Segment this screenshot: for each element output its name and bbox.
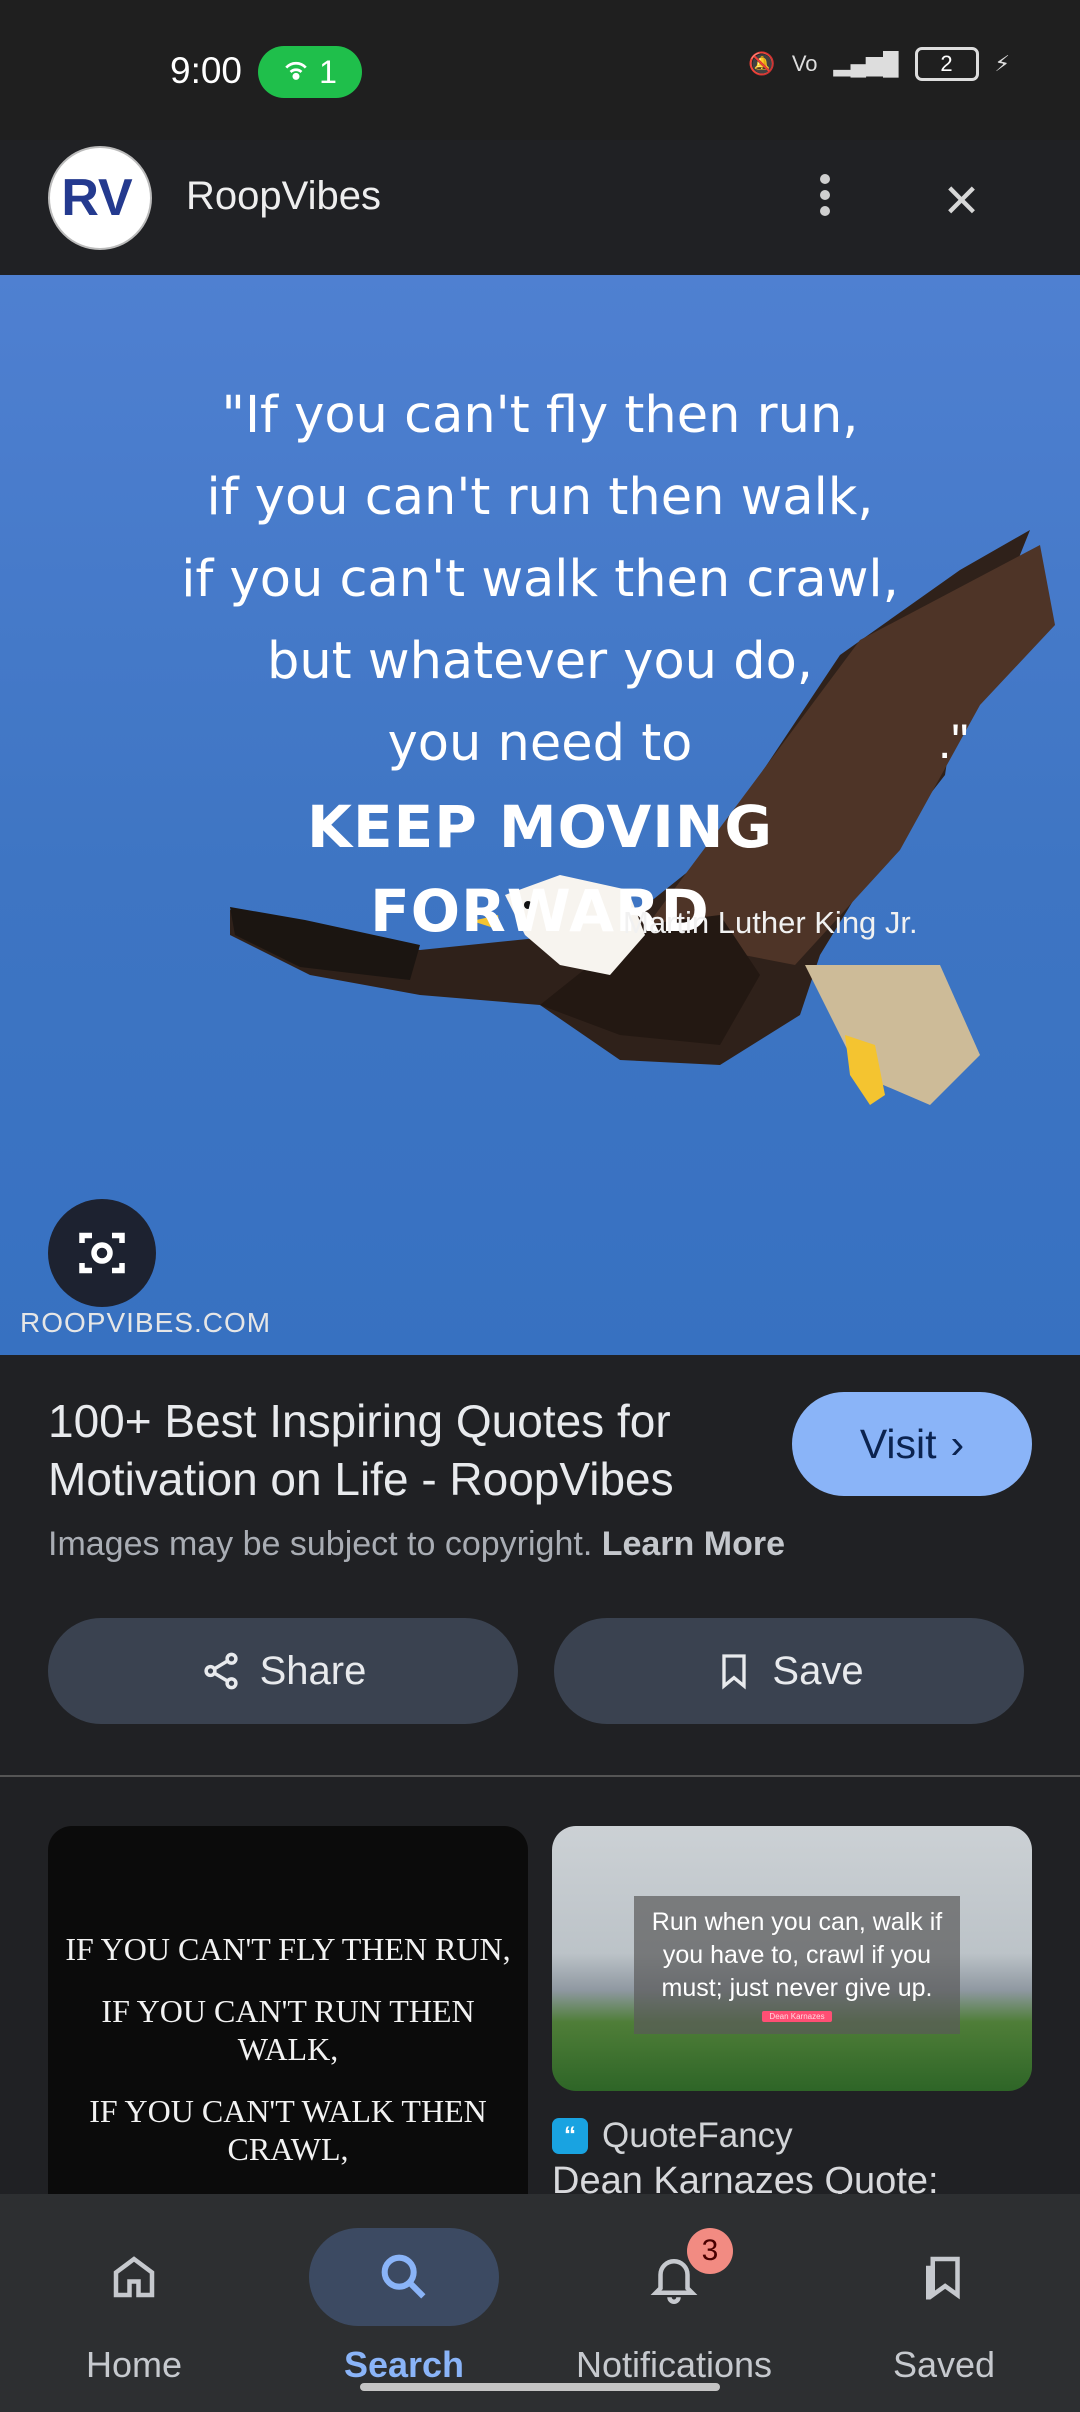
bottom-navigation: Home Search 3 Notifications Saved	[0, 2194, 1080, 2412]
nav-saved-label: Saved	[892, 2344, 996, 2385]
dot-icon	[820, 206, 830, 216]
site-logo[interactable]: RV	[48, 146, 152, 250]
card1-line-5: CRAWL,	[227, 2131, 349, 2167]
site-name[interactable]: RoopVibes	[186, 174, 381, 219]
volte-icon: Vo	[791, 51, 818, 76]
hotspot-count: 1	[319, 53, 337, 90]
more-options-button[interactable]	[810, 170, 840, 222]
card1-line-3: WALK,	[237, 2031, 339, 2067]
closing-quote-mark: ."	[938, 716, 969, 769]
card1-line-2: IF YOU CAN'T RUN THEN	[101, 1993, 475, 2029]
search-active-pill	[309, 2228, 499, 2326]
nav-search-label: Search	[343, 2344, 465, 2385]
home-icon	[113, 2256, 155, 2298]
section-divider	[0, 1775, 1080, 1777]
share-icon	[204, 1652, 238, 1690]
copyright-text: Images may be subject to copyright.	[48, 1525, 593, 1563]
dot-icon	[820, 190, 830, 200]
battery-level: 2	[940, 51, 953, 76]
mute-icon: 🔕	[748, 51, 776, 76]
card1-line-4: IF YOU CAN'T WALK THEN	[89, 2093, 487, 2129]
bell-icon-wrap: 3	[579, 2228, 769, 2326]
notification-badge: 3	[687, 2228, 733, 2274]
card2-tag-text: Dean Karnazes	[769, 2012, 825, 2021]
dot-icon	[820, 174, 830, 184]
nav-home-label: Home	[85, 2344, 183, 2385]
nav-saved[interactable]: Saved	[834, 2228, 1054, 2386]
top-bar	[0, 140, 1080, 275]
copyright-notice: Images may be subject to copyright. Lear…	[48, 1525, 785, 1564]
visit-button[interactable]: Visit ›	[792, 1392, 1032, 1496]
result-image[interactable]: "If you can't fly then run, if you can't…	[0, 275, 1080, 1355]
close-icon[interactable]: ×	[944, 170, 979, 230]
chevron-right-icon: ›	[950, 1420, 965, 1467]
card2-quote-overlay: Run when you can, walk if you have to, c…	[634, 1896, 960, 2034]
source-name: QuoteFancy	[602, 2116, 793, 2155]
image-quote: "If you can't fly then run, if you can't…	[140, 375, 940, 953]
charging-icon: ⚡	[994, 51, 1010, 76]
quote-line-5: you need to	[387, 714, 693, 773]
saved-icon	[926, 2256, 960, 2300]
card2-author-tag: Dean Karnazes	[762, 2011, 832, 2022]
quote-line-3: if you can't walk then crawl,	[181, 550, 899, 609]
lens-icon	[79, 1232, 125, 1274]
nav-search[interactable]: Search	[294, 2228, 514, 2386]
share-label: Share	[259, 1648, 367, 1693]
quote-icon: “	[552, 2118, 588, 2154]
nav-notifications-label: Notifications	[575, 2344, 773, 2385]
related-source[interactable]: “ QuoteFancy	[552, 2116, 793, 2156]
status-time: 9:00	[170, 50, 243, 91]
home-icon-wrap	[39, 2228, 229, 2326]
saved-icon-wrap	[849, 2228, 1039, 2326]
quote-line-1: "If you can't fly then run,	[221, 386, 859, 445]
google-lens-button[interactable]	[48, 1199, 156, 1307]
card2-quote-text: Run when you can, walk if you have to, c…	[651, 1908, 943, 2002]
hotspot-chip[interactable]: 1	[258, 46, 362, 98]
card1-line-1: IF YOU CAN'T FLY THEN RUN,	[65, 1931, 511, 1967]
save-button[interactable]: Save	[554, 1618, 1024, 1724]
quote-line-4: but whatever you do,	[266, 632, 813, 691]
status-bar: 9:00 1 🔕 Vo ▂▄▆█ 2 ⚡	[0, 0, 1080, 140]
learn-more-link[interactable]: Learn More	[602, 1525, 785, 1563]
search-icon	[381, 2254, 426, 2299]
gesture-bar	[360, 2383, 720, 2391]
image-watermark: ROOPVIBES.COM	[20, 1307, 272, 1338]
nav-notifications[interactable]: 3 Notifications	[564, 2228, 784, 2386]
related-image-card[interactable]: Run when you can, walk if you have to, c…	[552, 1826, 1032, 2091]
save-label: Save	[772, 1648, 864, 1693]
bookmark-icon	[722, 1654, 747, 1690]
hotspot-icon	[285, 61, 307, 80]
share-button[interactable]: Share	[48, 1618, 518, 1724]
quote-author: Martin Luther King Jr.	[623, 905, 918, 940]
battery-icon: 2	[914, 47, 979, 81]
quote-line-2: if you can't run then walk,	[206, 468, 874, 527]
signal-icon: ▂▄▆█	[833, 51, 899, 76]
site-logo-text: RV	[61, 169, 133, 227]
system-icons: 🔕 Vo ▂▄▆█ 2 ⚡	[748, 47, 1010, 81]
nav-home[interactable]: Home	[24, 2228, 244, 2386]
result-title[interactable]: 100+ Best Inspiring Quotes for Motivatio…	[48, 1392, 768, 1508]
visit-label: Visit	[859, 1420, 937, 1467]
